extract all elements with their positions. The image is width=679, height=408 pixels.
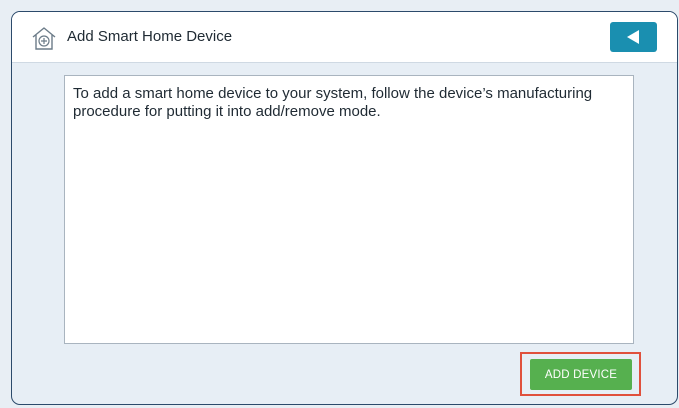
add-home-icon [30,25,58,51]
back-arrow-icon [627,30,639,44]
header-bar: Add Smart Home Device [12,12,677,63]
add-device-button[interactable]: ADD DEVICE [530,359,632,390]
back-button[interactable] [610,22,657,52]
instructions-text: To add a smart home device to your syste… [73,85,593,120]
device-screen: Add Smart Home Device To add a smart hom… [11,11,678,405]
page-title: Add Smart Home Device [67,28,233,45]
instructions-text-area: To add a smart home device to your syste… [64,75,634,344]
